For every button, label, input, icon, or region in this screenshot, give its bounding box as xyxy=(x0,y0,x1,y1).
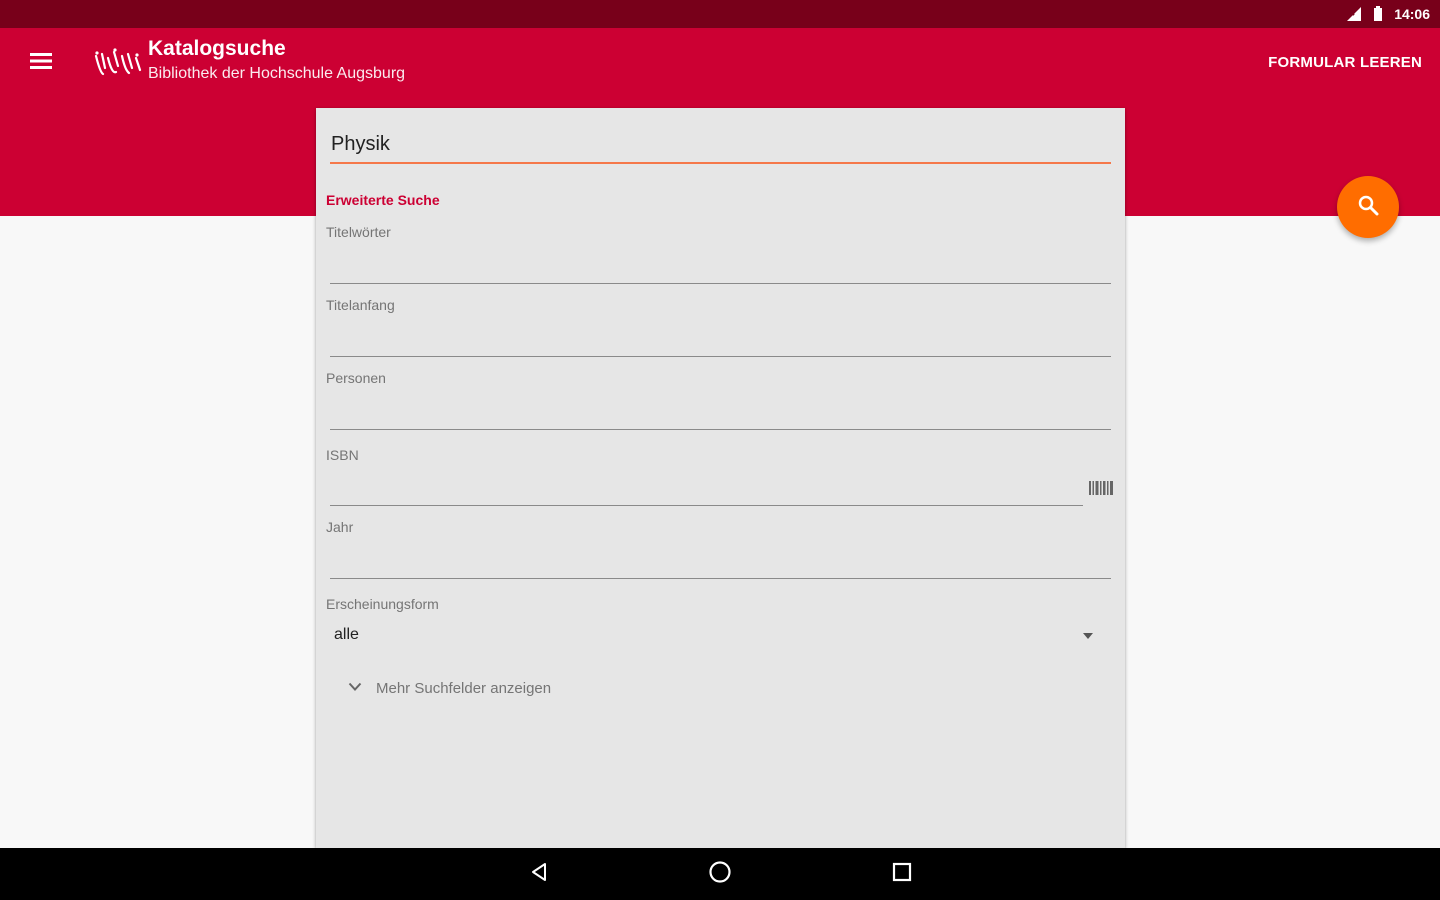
recents-icon xyxy=(891,861,913,888)
isbn-input[interactable] xyxy=(330,478,1083,506)
clear-form-button[interactable]: FORMULAR LEEREN xyxy=(1268,54,1422,71)
barcode-scan-button[interactable] xyxy=(1087,480,1115,500)
back-button[interactable] xyxy=(526,861,552,887)
battery-icon xyxy=(1370,6,1386,22)
advanced-search-heading: Erweiterte Suche xyxy=(326,192,440,208)
home-button[interactable] xyxy=(707,860,733,889)
year-label: Jahr xyxy=(326,519,354,535)
system-nav-bar xyxy=(0,848,1440,900)
back-icon xyxy=(528,861,550,888)
title-start-label: Titelanfang xyxy=(326,297,395,313)
publication-form-label: Erscheinungsform xyxy=(326,596,439,612)
show-more-fields-button[interactable]: Mehr Suchfelder anzeigen xyxy=(348,676,551,700)
status-time: 14:06 xyxy=(1394,6,1430,22)
title-start-input[interactable] xyxy=(330,329,1111,357)
search-icon xyxy=(1357,194,1379,221)
show-more-fields-label: Mehr Suchfelder anzeigen xyxy=(376,679,552,697)
signal-icon xyxy=(1346,6,1362,22)
recents-button[interactable] xyxy=(889,861,915,887)
year-input[interactable] xyxy=(330,551,1111,579)
title-words-input[interactable] xyxy=(330,256,1111,284)
search-query-input[interactable] xyxy=(330,128,1111,164)
search-fab-button[interactable] xyxy=(1337,176,1399,238)
home-icon xyxy=(708,860,732,889)
status-bar: 14:06 xyxy=(0,0,1440,28)
chevron-down-icon xyxy=(348,679,362,697)
app-title: Katalogsuche xyxy=(148,37,286,60)
publication-form-select[interactable] xyxy=(330,616,1111,656)
persons-label: Personen xyxy=(326,370,386,386)
dropdown-arrow-icon xyxy=(1080,628,1096,644)
publication-form-value: alle xyxy=(334,626,359,643)
menu-button[interactable] xyxy=(26,48,56,78)
menu-icon xyxy=(30,52,52,75)
persons-input[interactable] xyxy=(330,402,1111,430)
barcode-icon xyxy=(1089,480,1113,500)
search-form-card: Erweiterte Suche Titelwörter Titelanfang… xyxy=(316,108,1125,848)
library-logo xyxy=(92,46,144,80)
app-subtitle: Bibliothek der Hochschule Augsburg xyxy=(148,65,406,82)
title-block: Katalogsuche Bibliothek der Hochschule A… xyxy=(148,36,405,85)
isbn-label: ISBN xyxy=(326,447,359,463)
title-words-label: Titelwörter xyxy=(326,224,391,240)
